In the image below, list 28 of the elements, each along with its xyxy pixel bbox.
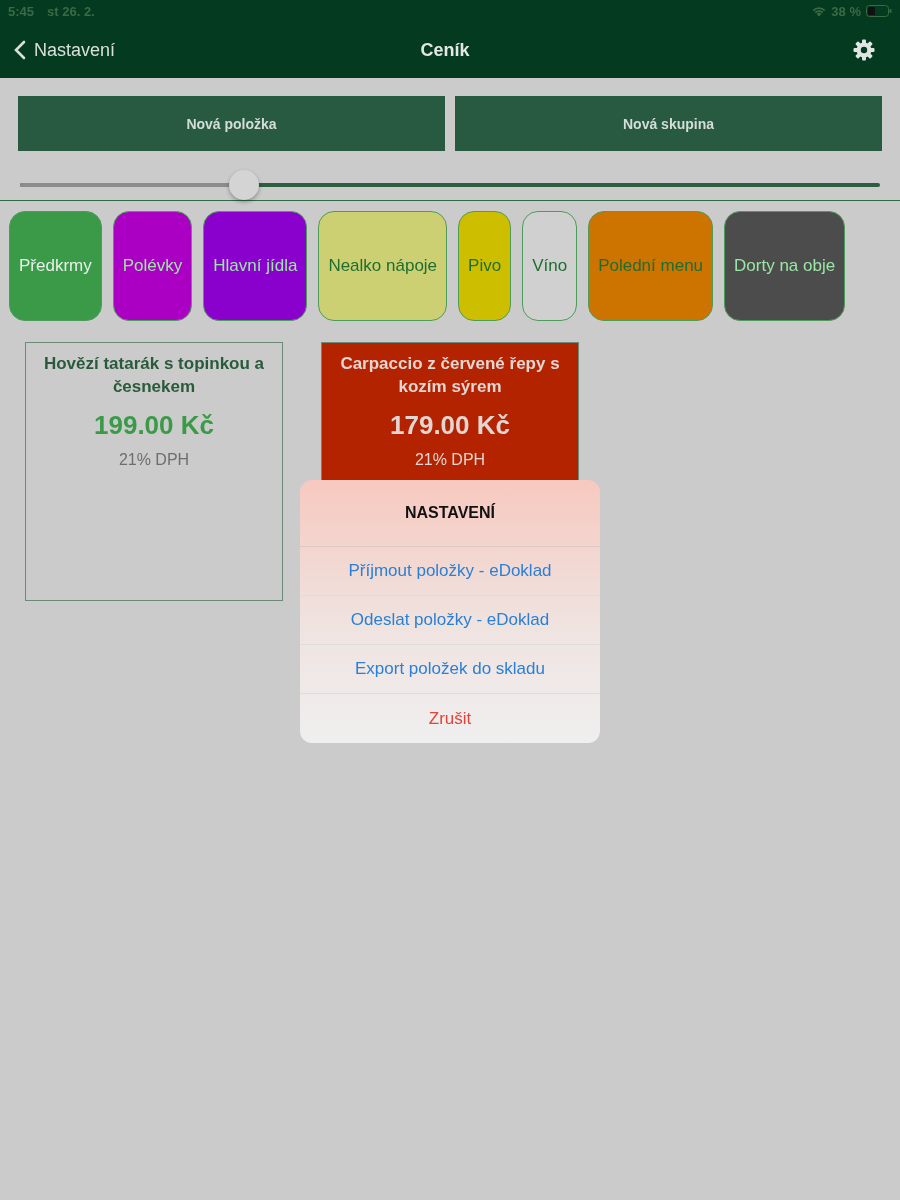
item-title: Hovězí tatarák s topinkou a česnekem bbox=[42, 353, 266, 398]
category-tile[interactable]: Víno bbox=[522, 211, 578, 321]
action-button[interactable]: Nová skupina bbox=[455, 96, 882, 151]
screen-title: Ceník bbox=[420, 39, 470, 61]
battery-icon bbox=[866, 5, 892, 17]
category-tile[interactable]: Hlavní jídla bbox=[203, 211, 308, 321]
sheet-action[interactable]: Příjmout položky - eDoklad bbox=[300, 547, 600, 596]
settings-icon[interactable] bbox=[852, 38, 876, 62]
item-price: 179.00 Kč bbox=[389, 410, 511, 441]
item-card[interactable]: Hovězí tatarák s topinkou a česnekem 199.00 Kč 21% DPH bbox=[25, 342, 283, 601]
category-tile[interactable]: Polévky bbox=[112, 211, 193, 321]
category-tile[interactable]: Předkrmy bbox=[9, 211, 102, 321]
sheet-action[interactable]: Odeslat položky - eDoklad bbox=[300, 596, 600, 645]
slider[interactable] bbox=[20, 170, 880, 200]
wifi-icon bbox=[812, 5, 827, 17]
item-vat: 21% DPH bbox=[413, 451, 487, 469]
item-price: 199.00 Kč bbox=[93, 410, 215, 441]
category-tile[interactable]: Pivo bbox=[458, 211, 512, 321]
category-tile[interactable]: Dorty na obje bbox=[724, 211, 846, 321]
item-vat: 21% DPH bbox=[117, 451, 191, 469]
back-button[interactable]: Nastavení bbox=[14, 39, 116, 61]
chevron-left-icon bbox=[14, 40, 26, 60]
sheet-action[interactable]: Export položek do skladu bbox=[300, 645, 600, 694]
action-button[interactable]: Nová položka bbox=[18, 96, 445, 151]
item-title: Carpaccio z červené řepy s kozím sýrem bbox=[339, 353, 561, 398]
sheet-title: NASTAVENÍ bbox=[300, 480, 600, 547]
category-tile[interactable]: Nealko nápoje bbox=[318, 211, 448, 321]
sheet-action[interactable]: Zrušit bbox=[300, 694, 600, 743]
